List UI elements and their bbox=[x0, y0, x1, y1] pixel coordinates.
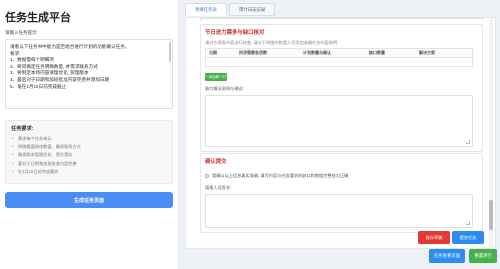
view-task-page-button[interactable]: 任务查看页面 bbox=[429, 249, 465, 263]
gap-notes-textarea[interactable] bbox=[205, 95, 473, 147]
requirements-box: 任务要求: 需求每个任务单元 明确需要具体数值、确保联系方式 确保版本管理优化、… bbox=[5, 120, 173, 184]
resize-handle-icon[interactable] bbox=[466, 221, 470, 225]
confirm-option[interactable]: 我确认以上信息真实准确, 填写内容与任务要求的缺口和数据完整核对正确 bbox=[205, 173, 348, 179]
tab-task-form[interactable]: 预填任务表 bbox=[185, 3, 227, 16]
page-title: 任务生成平台 bbox=[5, 12, 71, 24]
panel-scrollbar[interactable] bbox=[489, 18, 493, 248]
left-panel: 任务生成平台 请输入任务提示: 请看以下任务书中能力是否组合进行计划的功能确认任… bbox=[0, 0, 179, 269]
requirements-title: 任务要求: bbox=[11, 126, 34, 132]
task-line: 请看以下任务书中能力是否组合进行计划的功能确认任务。 bbox=[10, 44, 130, 49]
gap-check-card: 节日进力需多与缺口核对 请对应原表内容进行检查, 请对于明细的数量人员添加准确任… bbox=[200, 24, 483, 152]
task-prompt-textarea[interactable]: 请看以下任务书中能力是否组合进行计划的功能确认任务。 要求: 1、数据需每个明细… bbox=[5, 39, 173, 109]
column-header: 所涉需要各项数 bbox=[239, 50, 267, 55]
requirement-item: 确保版本管理优化、责任落实 bbox=[11, 151, 167, 159]
gap-check-title: 节日进力需多与缺口核对 bbox=[205, 30, 265, 36]
confirm-text: 我确认以上信息真实准确, 填写内容与任务要求的缺口和数据完整核对正确 bbox=[212, 173, 349, 178]
confirm-radio[interactable] bbox=[205, 174, 209, 178]
column-header: 解决方案 bbox=[419, 50, 435, 55]
requirement-item: 需求每个任务单元 bbox=[11, 135, 167, 143]
textarea-scrollbar[interactable] bbox=[169, 42, 171, 62]
gap-check-description: 请对应原表内容进行检查, 请对于明细的数量人员添加准确任务内容说明 bbox=[205, 40, 338, 45]
gap-table-header: 日期 所涉需要各项数 计划数量与确认 缺口数量 解决方案 bbox=[206, 49, 472, 58]
task-line: 5、毫在1月15日前完成截止 bbox=[10, 83, 67, 89]
resize-handle-icon[interactable] bbox=[466, 140, 470, 144]
panel-scrollbar-thumb[interactable] bbox=[489, 200, 493, 230]
tab-audit-log[interactable]: 审计日志记录 bbox=[228, 3, 276, 16]
confirm-submit-card: 确认提交 我确认以上信息真实准确, 填写内容与任务要求的缺口和数据完整核对正确 … bbox=[200, 153, 483, 233]
task-input-label: 请输入任务提示: bbox=[5, 30, 38, 35]
submit-task-button[interactable]: 提交任务 bbox=[452, 231, 484, 244]
add-row-button[interactable]: + 添加新一行 bbox=[205, 73, 227, 81]
column-header: 日期 bbox=[209, 50, 217, 55]
task-line: 4、最后对于日期和加班批准内容完善并添加日期 bbox=[10, 76, 110, 82]
tab-bar: 预填任务表 审计日志记录 bbox=[185, 3, 276, 17]
generate-task-button[interactable]: 生成任务页面 bbox=[5, 192, 173, 208]
reset-clear-button[interactable]: 重置清空 bbox=[469, 249, 497, 263]
task-form-panel: 节日进力需多与缺口核对 请对应原表内容进行检查, 请对于明细的数量人员添加准确任… bbox=[185, 17, 496, 249]
requirement-item: 明确需要具体数值、确保联系方式 bbox=[11, 143, 167, 151]
column-header: 缺口数量 bbox=[369, 50, 385, 55]
gap-table: 日期 所涉需要各项数 计划数量与确认 缺口数量 解决方案 bbox=[205, 48, 473, 67]
task-line: 3、要制定本场内容清理优化, 管理版本 bbox=[10, 70, 89, 76]
previous-section-edge bbox=[200, 18, 483, 21]
signature-textarea[interactable] bbox=[205, 194, 473, 228]
gap-notes-label: 缺口情况说明与建议: bbox=[205, 86, 244, 91]
signature-label: 填报人员签名: bbox=[205, 185, 232, 190]
column-header: 计划数量与确认 bbox=[303, 50, 331, 55]
task-line: 1、数据需每个明细项 bbox=[10, 57, 54, 63]
confirm-title: 确认提交 bbox=[205, 159, 227, 165]
requirement-item: 在1月15日前完成最终 bbox=[11, 168, 167, 176]
requirements-list: 需求每个任务单元 明确需要具体数值、确保联系方式 确保版本管理优化、责任落实 要… bbox=[11, 135, 167, 176]
save-draft-button[interactable]: 保存草稿 bbox=[418, 231, 450, 244]
requirement-item: 要对于日期和加班批准内容完善 bbox=[11, 160, 167, 168]
